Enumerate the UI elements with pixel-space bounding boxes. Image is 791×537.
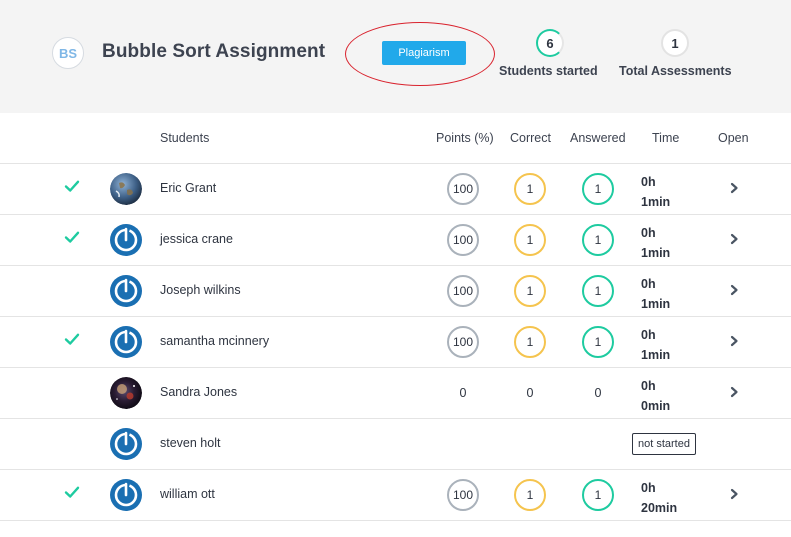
status-badge: not started [632, 433, 696, 455]
table-row[interactable]: samantha mcinnery 100 1 1 0h 1min [0, 316, 791, 367]
answered-value: 1 [582, 326, 614, 358]
time-value: 0h 1min [641, 223, 670, 263]
column-header-answered: Answered [570, 131, 626, 145]
time-hours: 0h [641, 226, 656, 240]
chevron-right-icon[interactable] [728, 486, 740, 502]
answered-value: 1 [582, 275, 614, 307]
answered-value: 1 [582, 479, 614, 511]
correct-value: 1 [514, 479, 546, 511]
table-row[interactable]: steven holt not started [0, 418, 791, 469]
total-assessments-count: 1 [661, 29, 689, 57]
table-row[interactable]: william ott 100 1 1 0h 20min [0, 469, 791, 520]
column-header-students: Students [160, 131, 210, 145]
correct-value: 1 [514, 173, 546, 205]
power-icon [110, 326, 142, 358]
time-value: 0h 1min [641, 274, 670, 314]
time-hours: 0h [641, 379, 656, 393]
correct-value: 1 [514, 326, 546, 358]
students-started-label: Students started [499, 64, 598, 78]
chevron-right-icon[interactable] [728, 384, 740, 400]
space-avatar [110, 377, 142, 409]
points-value: 100 [447, 224, 479, 256]
points-value: 0 [459, 386, 467, 400]
table-row[interactable]: Joseph wilkins 100 1 1 0h 1min [0, 265, 791, 316]
student-name[interactable]: william ott [160, 487, 215, 501]
student-name[interactable]: jessica crane [160, 232, 233, 246]
answered-value: 1 [582, 173, 614, 205]
assignment-header: BS Bubble Sort Assignment Plagiarism 6 S… [0, 0, 791, 113]
correct-value: 1 [514, 224, 546, 256]
check-icon [64, 178, 80, 194]
time-minutes: 1min [641, 348, 671, 362]
points-value: 100 [447, 326, 479, 358]
time-hours: 0h [641, 277, 656, 291]
check-icon [64, 331, 80, 347]
students-started-count: 6 [536, 29, 564, 57]
answered-value: 1 [582, 224, 614, 256]
time-hours: 0h [641, 328, 656, 342]
chevron-right-icon[interactable] [728, 282, 740, 298]
page-title: Bubble Sort Assignment [102, 41, 326, 62]
points-value: 100 [447, 479, 479, 511]
chevron-right-icon[interactable] [728, 231, 740, 247]
table-row[interactable]: Sandra Jones 0 0 0 0h 0min [0, 367, 791, 418]
power-icon [110, 428, 142, 460]
table-bottom-divider [0, 520, 791, 521]
assignment-avatar: BS [52, 37, 84, 69]
time-minutes: 0min [641, 399, 671, 413]
column-header-correct: Correct [510, 131, 551, 145]
table-row[interactable]: jessica crane 100 1 1 0h 1min [0, 214, 791, 265]
table-row[interactable]: Eric Grant 100 1 1 0h 1min [0, 163, 791, 214]
student-name[interactable]: samantha mcinnery [160, 334, 269, 348]
time-value: 0h 1min [641, 172, 670, 212]
plagiarism-button[interactable]: Plagiarism [382, 41, 466, 65]
time-minutes: 1min [641, 297, 671, 311]
column-header-points: Points (%) [436, 131, 494, 145]
time-minutes: 20min [641, 501, 678, 515]
column-header-open: Open [718, 131, 749, 145]
time-hours: 0h [641, 175, 656, 189]
time-value: 0h 20min [641, 478, 677, 518]
points-value: 100 [447, 173, 479, 205]
correct-value: 1 [514, 275, 546, 307]
time-value: 0h 1min [641, 325, 670, 365]
chevron-right-icon[interactable] [728, 180, 740, 196]
time-value: 0h 0min [641, 376, 670, 416]
power-icon [110, 275, 142, 307]
answered-value: 0 [594, 386, 602, 400]
column-header-time: Time [652, 131, 680, 145]
check-icon [64, 229, 80, 245]
time-minutes: 1min [641, 246, 671, 260]
student-name[interactable]: Joseph wilkins [160, 283, 241, 297]
power-icon [110, 224, 142, 256]
time-hours: 0h [641, 481, 656, 495]
student-name[interactable]: Sandra Jones [160, 385, 237, 399]
correct-value: 0 [526, 386, 534, 400]
points-value: 100 [447, 275, 479, 307]
student-name[interactable]: steven holt [160, 436, 220, 450]
total-assessments-label: Total Assessments [619, 64, 732, 78]
student-name[interactable]: Eric Grant [160, 181, 216, 195]
chevron-right-icon[interactable] [728, 333, 740, 349]
time-minutes: 1min [641, 195, 671, 209]
power-icon [110, 479, 142, 511]
earth-avatar [110, 173, 142, 205]
check-icon [64, 484, 80, 500]
